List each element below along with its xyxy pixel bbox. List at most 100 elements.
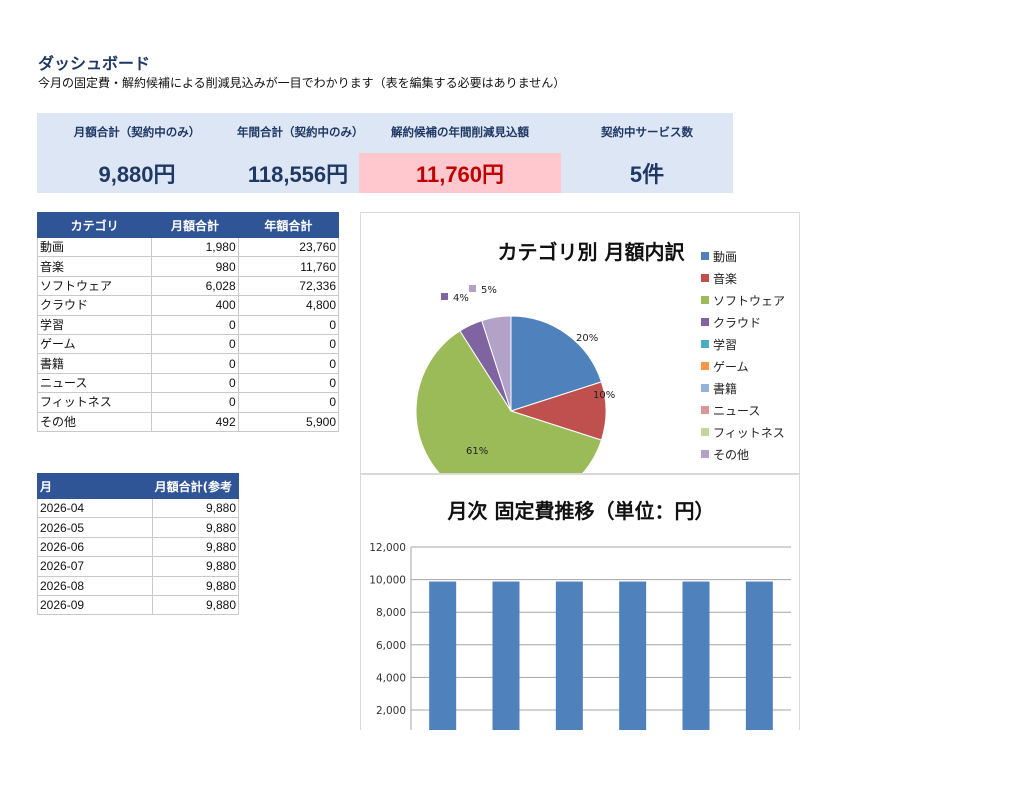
pie-chart-frame: カテゴリ別 月額内訳 20% 10% 61% 4% 5% 動画 音楽 ソフトウェア クラウド学… (360, 212, 800, 474)
legend-swatch (701, 362, 709, 370)
kpi-count-label: 契約中サービス数 (561, 113, 733, 153)
category-cell: 学習 (36, 314, 153, 335)
table-row: ソフトウェア 6,028 72,336 (36, 275, 340, 297)
table-row: クラウド 400 4,800 (36, 295, 340, 316)
monthly-ref-cell: 9,880 (151, 497, 240, 519)
monthly-total-cell: 492 (151, 411, 239, 432)
month-cell: 2026-07 (37, 556, 153, 577)
legend-item: その他 (713, 448, 749, 462)
month-cell: 2026-09 (37, 594, 153, 616)
pie-data-label: 20% (576, 333, 598, 344)
table-row: ゲーム 0 0 (36, 333, 340, 355)
annual-total-cell: 11,760 (237, 256, 340, 277)
monthly-total-cell: 400 (151, 295, 239, 316)
y-tick-label: 8,000 (376, 607, 406, 619)
annual-total-cell: 0 (237, 392, 340, 413)
page-title: ダッシュボード (38, 54, 151, 73)
data-label-marker (441, 293, 448, 300)
y-tick-label: 6,000 (376, 640, 406, 652)
kpi-annual-value: 118,556円 (237, 153, 359, 193)
monthly-ref-cell: 9,880 (151, 594, 240, 616)
monthly-total-cell: 0 (151, 333, 239, 355)
legend-swatch (701, 318, 709, 326)
legend-item: フィットネス (713, 426, 785, 440)
legend-swatch (701, 450, 709, 458)
table-row: 2026-06 9,880 (37, 536, 240, 558)
legend-swatch (701, 296, 709, 304)
bar-2026-04 (429, 581, 457, 730)
table-row: その他 492 5,900 (36, 411, 340, 432)
monthly-total-cell: 6,028 (151, 275, 239, 297)
legend-swatch (701, 406, 709, 414)
bar-chart-frame: 月次 固定費推移（単位：円） 2,000 4,000 6,000 8,000 10,00… (360, 474, 800, 730)
table-row: 2026-09 9,880 (37, 594, 240, 616)
kpi-savings-value: 11,760円 (359, 153, 561, 193)
category-table: カテゴリ 月額合計 年額合計 動画 1,980 23,760 音楽 980 11,760 ソ… (36, 212, 340, 432)
legend-swatch (701, 340, 709, 348)
monthly-total-cell: 980 (151, 256, 239, 277)
y-tick-label: 12,000 (369, 542, 406, 554)
monthly-ref-cell: 9,880 (151, 517, 240, 538)
column-header-category: カテゴリ (36, 212, 153, 238)
month-table-header: 月 月額合計(参考 (37, 473, 240, 499)
table-row: 音楽 980 11,760 (36, 256, 340, 277)
monthly-total-cell: 0 (151, 353, 239, 374)
bar-chart: 月次 固定費推移（単位：円） 2,000 4,000 6,000 8,000 10,00… (369, 499, 791, 730)
legend-item: 学習 (713, 337, 737, 352)
table-row: 2026-05 9,880 (37, 517, 240, 538)
month-cell: 2026-06 (37, 536, 153, 558)
annual-total-cell: 0 (237, 372, 340, 394)
category-cell: その他 (36, 411, 153, 432)
annual-total-cell: 5,900 (237, 411, 340, 432)
y-tick-label: 4,000 (376, 672, 406, 684)
category-cell: 音楽 (36, 256, 153, 277)
table-row: フィットネス 0 0 (36, 392, 340, 413)
legend-item: ソフトウェア (713, 294, 785, 308)
month-cell: 2026-08 (37, 575, 153, 596)
table-row: 書籍 0 0 (36, 353, 340, 374)
legend-item: ニュース (713, 404, 760, 418)
monthly-total-cell: 0 (151, 372, 239, 394)
legend-item: 動画 (713, 250, 737, 264)
y-tick-label: 2,000 (376, 705, 406, 717)
annual-total-cell: 0 (237, 314, 340, 335)
bar-2026-07 (619, 581, 647, 730)
table-row: 2026-04 9,880 (37, 497, 240, 519)
category-cell: ゲーム (36, 333, 153, 355)
annual-total-cell: 23,760 (237, 236, 340, 258)
pie-data-label: 10% (593, 390, 615, 401)
category-cell: フィットネス (36, 392, 153, 413)
annual-total-cell: 4,800 (237, 295, 340, 316)
category-cell: ソフトウェア (36, 275, 153, 297)
column-header-month: 月 (37, 473, 153, 499)
category-cell: ニュース (36, 372, 153, 394)
pie-chart-title: カテゴリ別 月額内訳 (498, 240, 686, 264)
pie-chart: カテゴリ別 月額内訳 20% 10% 61% 4% 5% 動画音楽ソフトウェアクラウド学… (415, 240, 785, 473)
pie-data-label: 61% (466, 446, 488, 457)
category-cell: 動画 (36, 236, 153, 258)
table-row: 2026-07 9,880 (37, 556, 240, 577)
month-table: 月 月額合計(参考 2026-04 9,880 2026-05 9,880 2026-0… (37, 473, 240, 616)
month-cell: 2026-05 (37, 517, 153, 538)
legend-item: 音楽 (713, 271, 737, 286)
table-row: ニュース 0 0 (36, 372, 340, 394)
bar-chart-title: 月次 固定費推移（単位：円） (447, 499, 715, 523)
monthly-total-cell: 0 (151, 392, 239, 413)
legend-swatch (701, 428, 709, 436)
kpi-monthly-label: 月額合計（契約中のみ） (37, 113, 237, 153)
monthly-ref-cell: 9,880 (151, 536, 240, 558)
legend-item: ゲーム (713, 360, 749, 374)
monthly-total-cell: 0 (151, 314, 239, 335)
category-cell: 書籍 (36, 353, 153, 374)
kpi-monthly-value: 9,880円 (37, 153, 237, 193)
kpi-count-value: 5件 (561, 153, 733, 193)
kpi-savings-label: 解約候補の年間削減見込額 (359, 113, 561, 153)
monthly-ref-cell: 9,880 (151, 575, 240, 596)
pie-data-label: 5% (481, 285, 497, 296)
table-row: 学習 0 0 (36, 314, 340, 335)
kpi-annual-label: 年間合計（契約中のみ） (237, 113, 364, 153)
page-subtitle: 今月の固定費・解約候補による削減見込みが一目でわかります（表を編集する必要はあり… (38, 76, 566, 90)
legend-item: クラウド (713, 316, 761, 330)
table-row: 2026-08 9,880 (37, 575, 240, 596)
bar-2026-06 (555, 581, 583, 730)
